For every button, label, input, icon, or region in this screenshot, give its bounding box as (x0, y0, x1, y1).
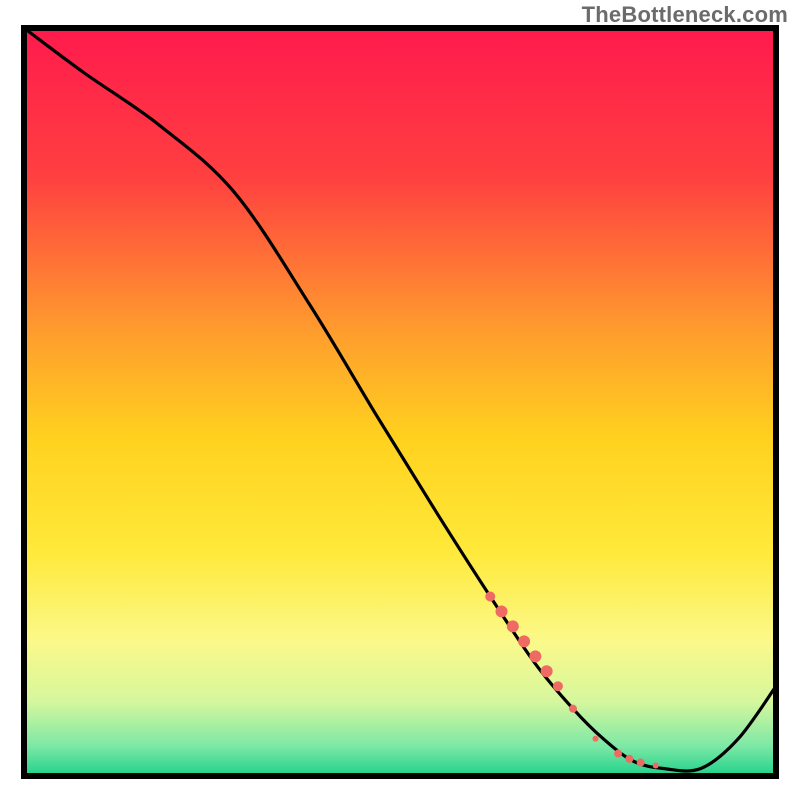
highlight-point (593, 736, 599, 742)
highlight-point (625, 755, 633, 763)
highlight-point (553, 681, 563, 691)
watermark-text: TheBottleneck.com (582, 2, 788, 28)
highlight-point (614, 750, 622, 758)
highlight-point (507, 620, 519, 632)
highlight-point (541, 665, 553, 677)
chart-container: TheBottleneck.com (0, 0, 800, 800)
highlight-point (496, 605, 508, 617)
plot-background (24, 28, 776, 776)
highlight-point (653, 763, 659, 769)
highlight-point (569, 705, 577, 713)
highlight-point (529, 650, 541, 662)
highlight-point (518, 635, 530, 647)
highlight-point (485, 591, 495, 601)
bottleneck-chart (0, 0, 800, 800)
highlight-point (637, 759, 645, 767)
